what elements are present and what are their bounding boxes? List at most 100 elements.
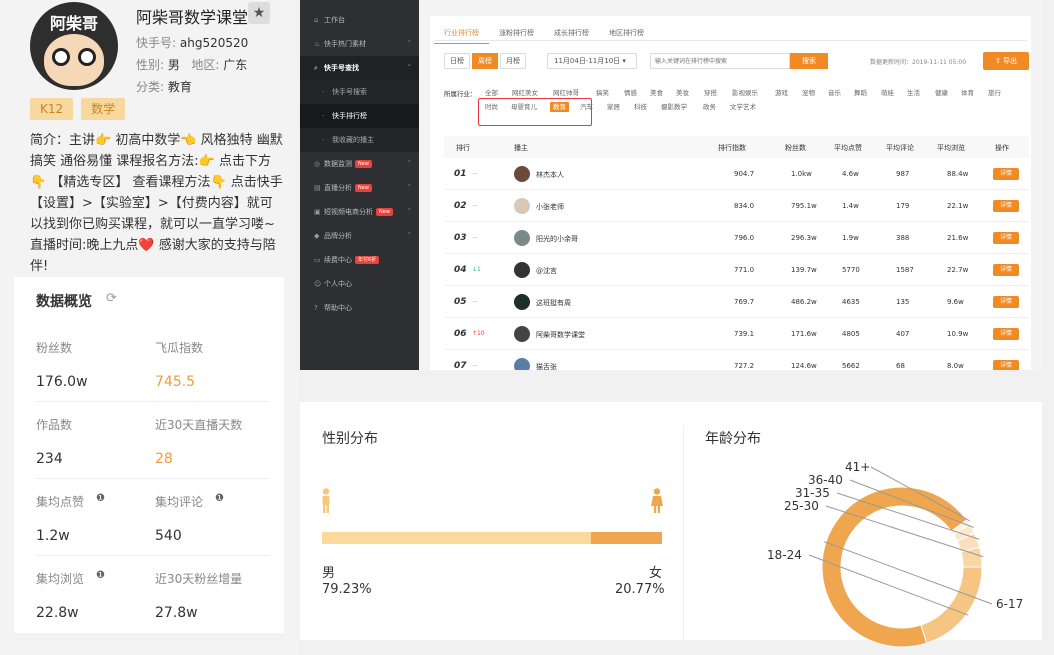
detail-button[interactable]: 详情 (993, 168, 1019, 180)
industry-option[interactable]: 美食 (650, 88, 663, 98)
industry-option[interactable]: 搞笑 (596, 88, 609, 98)
column-header[interactable]: 平均浏览 (937, 143, 965, 153)
column-header[interactable]: 平均点赞 (834, 143, 862, 153)
table-row[interactable]: 03 — 阳光的小余哥 796.0 296.3w 1.9w 388 21.6w 详情 (444, 222, 1029, 254)
host-name[interactable]: 这班挺有周 (536, 298, 571, 308)
period-daily-button[interactable]: 日榜 (444, 53, 470, 69)
host-name[interactable]: @沈言 (536, 266, 557, 276)
host-name[interactable]: 小张老师 (536, 202, 564, 212)
info-icon[interactable]: ❶ (215, 493, 224, 504)
sidebar-item[interactable]: · 快手排行榜 (300, 104, 419, 128)
industry-option[interactable]: 舞蹈 (854, 88, 867, 98)
stat-item: 近30天粉丝增量 27.8w (155, 570, 242, 621)
search-button[interactable]: 搜索 (790, 53, 828, 69)
host-avatar[interactable] (514, 358, 530, 370)
sidebar-item[interactable]: ◆ 品牌分析 ˅ (300, 224, 419, 248)
cell-likes: 4805 (842, 330, 860, 338)
industry-option[interactable]: 摄影教学 (661, 102, 687, 112)
detail-button[interactable]: 详情 (993, 232, 1019, 244)
industry-option[interactable]: 健康 (935, 88, 948, 98)
column-header[interactable]: 粉丝数 (785, 143, 806, 153)
industry-option[interactable]: 政务 (703, 102, 716, 112)
industry-option[interactable]: 音乐 (828, 88, 841, 98)
industry-option[interactable]: 影视娱乐 (732, 88, 758, 98)
chevron-down-icon: ˅ (407, 160, 412, 168)
industry-option[interactable]: 体育 (961, 88, 974, 98)
star-icon[interactable]: ★ (248, 2, 270, 24)
host-avatar[interactable] (514, 294, 530, 310)
industry-option[interactable]: 穿搭 (704, 88, 717, 98)
sidebar-item[interactable]: · 快手号搜索 (300, 80, 419, 104)
industry-option[interactable]: 生活 (907, 88, 920, 98)
host-name[interactable]: 林杰本人 (536, 170, 564, 180)
sidebar-item[interactable]: ☺ 个人中心 (300, 272, 419, 296)
table-row[interactable]: 02 — 小张老师 834.0 795.1w 1.4w 179 22.1w 详情 (444, 190, 1029, 222)
industry-option[interactable]: 网红帅哥 (553, 88, 579, 98)
host-avatar[interactable] (514, 262, 530, 278)
highlight-box (478, 98, 592, 126)
ranking-search-input[interactable] (650, 53, 790, 69)
table-row[interactable]: 06 ↑10 阿柴哥数学课堂 739.1 171.6w 4805 407 10.9w 详情 (444, 318, 1029, 350)
host-name[interactable]: 阿柴哥数学课堂 (536, 330, 585, 340)
sidebar-item[interactable]: ▭ 续费中心 年付6折 (300, 248, 419, 272)
industry-option[interactable]: 萌娃 (881, 88, 894, 98)
tag[interactable]: 数学 (81, 98, 126, 120)
industry-option[interactable]: 文学艺术 (730, 102, 756, 112)
sidebar-item[interactable]: · 我收藏的播主 (300, 128, 419, 152)
table-row[interactable]: 07 — 猫舌张 727.2 124.6w 5662 68 8.0w 详情 (444, 350, 1029, 370)
export-button[interactable]: ⇧ 导出 (983, 52, 1029, 70)
info-icon[interactable]: ❶ (96, 570, 105, 581)
host-name[interactable]: 猫舌张 (536, 362, 557, 370)
detail-button[interactable]: 详情 (993, 264, 1019, 276)
table-row[interactable]: 04 ↓1 @沈言 771.0 139.7w 5770 1587 22.7w 详情 (444, 254, 1029, 286)
industry-option[interactable]: 美妆 (676, 88, 689, 98)
host-avatar[interactable] (514, 326, 530, 342)
audience-charts: 性别分布 年龄分布 男 79.23% 女 20.77% 6-17 18-24 25-… (300, 402, 1042, 648)
sidebar-item[interactable]: ♨ 快手热门素材 ˅ (300, 32, 419, 56)
cart-icon: ▣ (314, 208, 321, 216)
detail-button[interactable]: 详情 (993, 200, 1019, 212)
ranking-app-screenshot: ⌂ 工作台 ♨ 快手热门素材 ˅ ⌕ 快手号查找 ˄ · 快手号搜索 · 快手排行榜 · 我收藏的播主 ◎ 数… (300, 0, 1042, 370)
sidebar-item[interactable]: ▤ 直播分析 New ˅ (300, 176, 419, 200)
table-row[interactable]: 05 — 这班挺有周 769.7 486.2w 4635 135 9.6w 详情 (444, 286, 1029, 318)
cell-fans: 1.0kw (791, 170, 812, 178)
industry-option[interactable]: 宠物 (802, 88, 815, 98)
host-avatar[interactable] (514, 166, 530, 182)
date-range-select[interactable]: 11月04日-11月10日 ▾ (547, 53, 637, 69)
industry-option[interactable]: 旅行 (988, 88, 1001, 98)
tag[interactable]: K12 (30, 98, 74, 120)
column-header[interactable]: 排行指数 (718, 143, 746, 153)
host-name[interactable]: 阳光的小余哥 (536, 234, 578, 244)
refresh-icon[interactable]: ⟳ (106, 291, 117, 306)
column-header[interactable]: 平均评论 (886, 143, 914, 153)
detail-button[interactable]: 详情 (993, 328, 1019, 340)
female-value: 20.77% (615, 582, 665, 597)
sidebar-item[interactable]: ⌕ 快手号查找 ˄ (300, 56, 419, 80)
host-avatar[interactable] (514, 230, 530, 246)
rank-change: — (472, 298, 478, 305)
period-weekly-button[interactable]: 周榜 (472, 53, 498, 69)
sidebar-item[interactable]: ? 帮助中心 (300, 296, 419, 320)
detail-button[interactable]: 详情 (993, 296, 1019, 308)
table-row[interactable]: 01 — 林杰本人 904.7 1.0kw 4.6w 987 88.4w 详情 (444, 158, 1029, 190)
industry-option[interactable]: 网红美女 (512, 88, 538, 98)
data-overview-card: 数据概览 ⟳ 粉丝数 176.0w 飞瓜指数 745.5 作品数 234 近30天直播天数 2… (14, 277, 284, 633)
sidebar-item[interactable]: ◎ 数据监测 New ˅ (300, 152, 419, 176)
industry-option[interactable]: 家居 (607, 102, 620, 112)
industry-option[interactable]: 全部 (485, 88, 498, 98)
sidebar-item[interactable]: ⌂ 工作台 (300, 8, 419, 32)
sidebar-item[interactable]: ▣ 短视频电商分析 New ˅ (300, 200, 419, 224)
industry-option[interactable]: 科技 (634, 102, 647, 112)
info-icon[interactable]: ❶ (96, 493, 105, 504)
column-header: 播主 (514, 144, 528, 152)
table-header: 排行 播主 排行指数 粉丝数 平均点赞 平均评论 平均浏览 操作 (444, 136, 1029, 158)
industry-option[interactable]: 游戏 (775, 88, 788, 98)
female-icon (651, 488, 663, 513)
age-slice-18-24[interactable] (920, 566, 983, 644)
stat-value: 22.8w (36, 605, 79, 621)
gender-bar-female (591, 532, 662, 544)
host-avatar[interactable] (514, 198, 530, 214)
detail-button[interactable]: 详情 (993, 360, 1019, 370)
industry-option[interactable]: 情感 (624, 88, 637, 98)
period-monthly-button[interactable]: 月榜 (500, 53, 526, 69)
